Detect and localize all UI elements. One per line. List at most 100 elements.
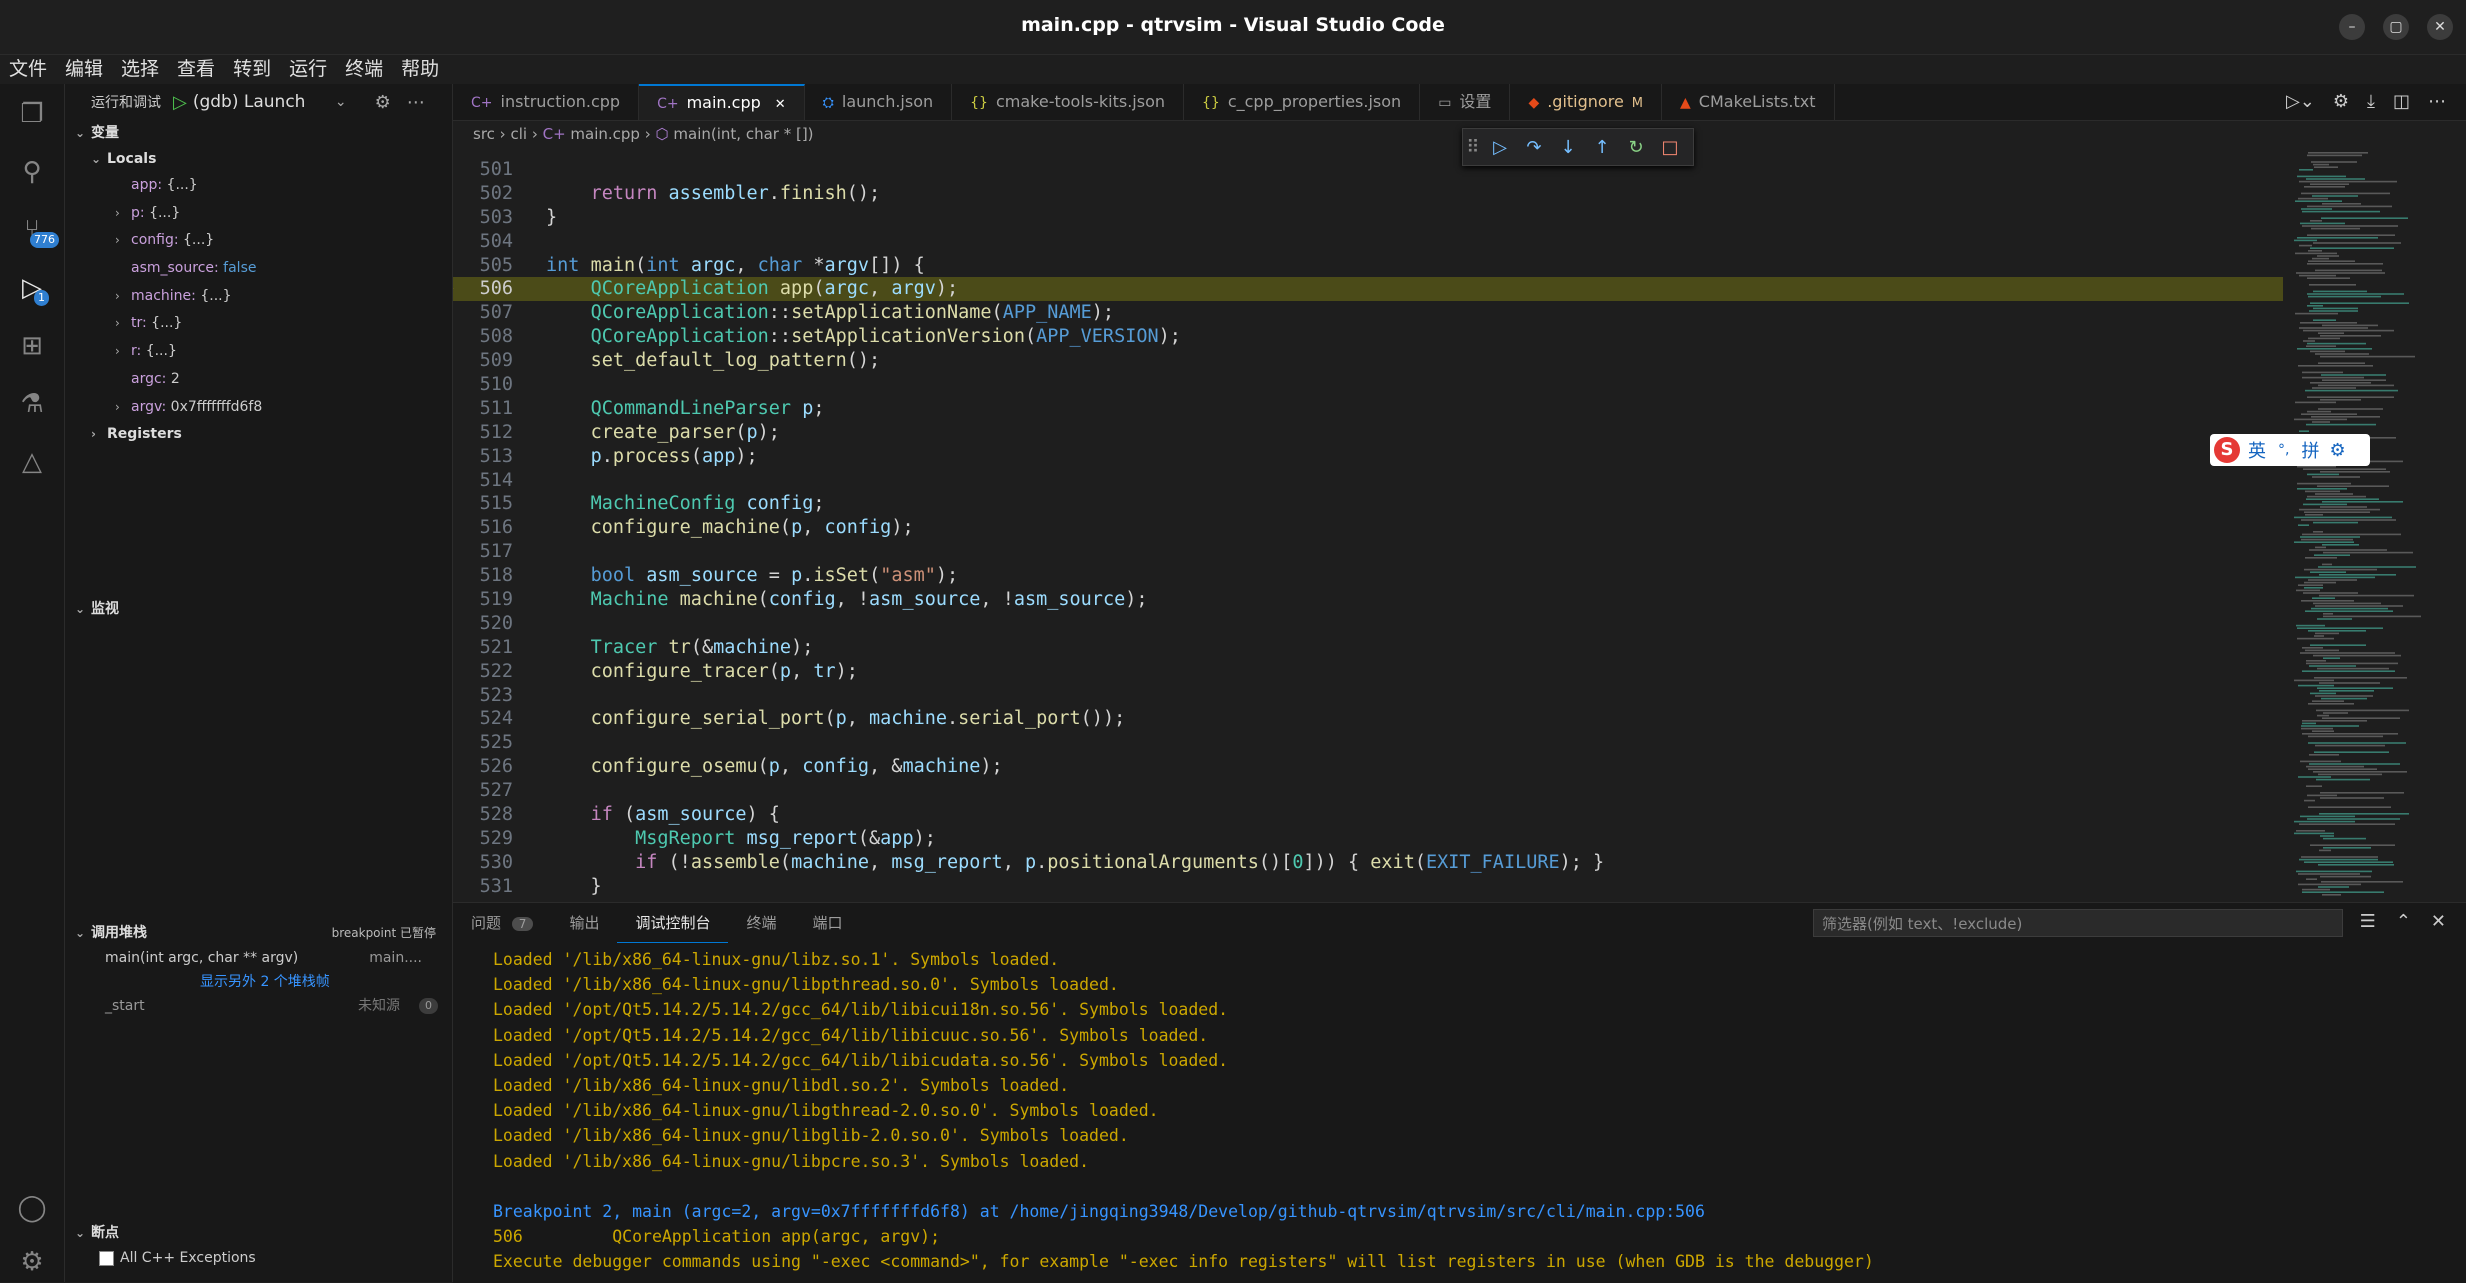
- tab-settings[interactable]: ▭设置: [1420, 84, 1510, 120]
- cmake-icon[interactable]: △: [14, 444, 50, 480]
- code-line[interactable]: 518 bool asm_source = p.isSet("asm");: [453, 564, 2283, 588]
- code-line[interactable]: 527: [453, 779, 2283, 803]
- tab-main-cpp[interactable]: C+main.cpp✕: [639, 84, 805, 120]
- menu-help[interactable]: 帮助: [392, 54, 448, 84]
- step-into-icon[interactable]: ↓: [1551, 137, 1585, 158]
- menu-selection[interactable]: 选择: [112, 54, 168, 84]
- code-line[interactable]: 503}: [453, 206, 2283, 230]
- maximize-panel-icon[interactable]: ⌃: [2396, 911, 2411, 932]
- menu-go[interactable]: 转到: [224, 54, 280, 84]
- code-line[interactable]: 514: [453, 469, 2283, 493]
- line-number[interactable]: 521: [453, 636, 513, 660]
- code-line[interactable]: 529 MsgReport msg_report(&app);: [453, 827, 2283, 851]
- tab-problems[interactable]: 问题 7: [453, 903, 551, 943]
- line-number[interactable]: 528: [453, 803, 513, 827]
- code-line[interactable]: 504: [453, 230, 2283, 254]
- variables-section-header[interactable]: ⌄变量: [65, 120, 452, 146]
- split-editor-icon[interactable]: ◫: [2393, 84, 2410, 120]
- step-over-icon[interactable]: ↷: [1517, 137, 1551, 158]
- clear-console-icon[interactable]: ☰: [2360, 911, 2376, 932]
- line-number[interactable]: 523: [453, 684, 513, 708]
- line-number[interactable]: 506: [453, 277, 513, 301]
- line-number[interactable]: 522: [453, 660, 513, 684]
- code-line[interactable]: 526 configure_osemu(p, config, &machine)…: [453, 755, 2283, 779]
- tab-launch-json[interactable]: ⛭launch.json: [805, 84, 952, 120]
- breakpoints-section-header[interactable]: ⌄断点: [65, 1220, 452, 1246]
- code-line[interactable]: 521 Tracer tr(&machine);: [453, 636, 2283, 660]
- line-number[interactable]: 527: [453, 779, 513, 803]
- ime-mode[interactable]: 英: [2248, 437, 2266, 463]
- line-number[interactable]: 525: [453, 731, 513, 755]
- menu-run[interactable]: 运行: [280, 54, 336, 84]
- code-line[interactable]: 502 return assembler.finish();: [453, 182, 2283, 206]
- tab-output[interactable]: 输出: [551, 903, 617, 943]
- tab-gitignore[interactable]: ◆.gitignoreM: [1510, 84, 1662, 120]
- line-number[interactable]: 508: [453, 325, 513, 349]
- code-line[interactable]: 523: [453, 684, 2283, 708]
- line-number[interactable]: 507: [453, 301, 513, 325]
- code-line[interactable]: 509 set_default_log_pattern();: [453, 349, 2283, 373]
- line-number[interactable]: 509: [453, 349, 513, 373]
- menu-edit[interactable]: 编辑: [56, 54, 112, 84]
- tab-cmake-tools-kits-json[interactable]: {}cmake-tools-kits.json: [952, 84, 1184, 120]
- launch-config-select[interactable]: (gdb) Launch: [193, 92, 343, 112]
- ime-pinyin[interactable]: 拼: [2301, 437, 2319, 463]
- line-number[interactable]: 526: [453, 755, 513, 779]
- code-line-current[interactable]: 506▷ QCoreApplication app(argc, argv);: [453, 277, 2283, 301]
- drag-handle-icon[interactable]: ⠿: [1463, 137, 1483, 158]
- locals-header[interactable]: ⌄Locals: [65, 146, 452, 172]
- ime-punct[interactable]: °,: [2278, 442, 2289, 458]
- run-code-icon[interactable]: ▷⌄: [2286, 84, 2315, 120]
- variable-row[interactable]: ›p: {...}: [65, 200, 452, 228]
- variable-row[interactable]: ›tr: {...}: [65, 310, 452, 338]
- code-line[interactable]: 507 QCoreApplication::setApplicationName…: [453, 301, 2283, 325]
- search-icon[interactable]: ⚲: [14, 154, 50, 190]
- line-number[interactable]: 520: [453, 612, 513, 636]
- line-number[interactable]: 514: [453, 469, 513, 493]
- tab-instruction-cpp[interactable]: C+instruction.cpp: [453, 84, 639, 120]
- chevron-down-icon[interactable]: ⌄: [335, 94, 347, 110]
- code-line[interactable]: 522 configure_tracer(p, tr);: [453, 660, 2283, 684]
- settings-gear-icon[interactable]: ⚙: [2333, 84, 2349, 120]
- continue-icon[interactable]: ▷: [1483, 137, 1517, 158]
- watch-section-header[interactable]: ⌄监视: [65, 596, 445, 622]
- manage-gear-icon[interactable]: ⚙: [14, 1244, 50, 1280]
- stack-frame-start[interactable]: _start 未知源 0: [65, 994, 452, 1018]
- maximize-button[interactable]: ▢: [2383, 14, 2409, 40]
- source-control-icon[interactable]: ⑂ 776: [14, 212, 50, 248]
- ime-settings-icon[interactable]: ⚙: [2329, 440, 2345, 461]
- code-line[interactable]: 524 configure_serial_port(p, machine.ser…: [453, 707, 2283, 731]
- line-number[interactable]: 503: [453, 206, 513, 230]
- breadcrumb-cli[interactable]: cli: [510, 125, 527, 143]
- start-debugging-icon[interactable]: ▷: [173, 92, 187, 113]
- breadcrumb-symbol[interactable]: main(int, char * []): [673, 125, 813, 143]
- menu-file[interactable]: 文件: [0, 54, 56, 84]
- line-number[interactable]: 530: [453, 851, 513, 875]
- variable-row[interactable]: ›r: {...}: [65, 338, 452, 366]
- line-number[interactable]: 529: [453, 827, 513, 851]
- menu-terminal[interactable]: 终端: [336, 54, 392, 84]
- variable-row[interactable]: app: {...}: [65, 172, 452, 200]
- code-line[interactable]: 508 QCoreApplication::setApplicationVers…: [453, 325, 2283, 349]
- code-line[interactable]: 511 QCommandLineParser p;: [453, 397, 2283, 421]
- minimap[interactable]: [2290, 148, 2460, 900]
- code-line[interactable]: 530 if (!assemble(machine, msg_report, p…: [453, 851, 2283, 875]
- code-line[interactable]: 513 p.process(app);: [453, 445, 2283, 469]
- variable-row[interactable]: ›machine: {...}: [65, 283, 452, 311]
- code-line[interactable]: 505int main(int argc, char *argv[]) {: [453, 254, 2283, 278]
- show-more-frames-link[interactable]: 显示另外 2 个堆栈帧: [65, 970, 452, 994]
- code-line[interactable]: 528 if (asm_source) {: [453, 803, 2283, 827]
- code-line[interactable]: 531 }: [453, 875, 2283, 899]
- line-number[interactable]: 510: [453, 373, 513, 397]
- variable-row[interactable]: ›config: {...}: [65, 227, 452, 255]
- line-number[interactable]: 518: [453, 564, 513, 588]
- testing-icon[interactable]: ⚗: [14, 386, 50, 422]
- line-number[interactable]: 505: [453, 254, 513, 278]
- code-line[interactable]: 520: [453, 612, 2283, 636]
- line-number[interactable]: 531: [453, 875, 513, 899]
- line-number[interactable]: 511: [453, 397, 513, 421]
- line-number[interactable]: 517: [453, 540, 513, 564]
- variable-row[interactable]: asm_source: false: [65, 255, 452, 283]
- more-actions-icon[interactable]: ⋯: [407, 92, 425, 113]
- explorer-icon[interactable]: ❐: [14, 96, 50, 132]
